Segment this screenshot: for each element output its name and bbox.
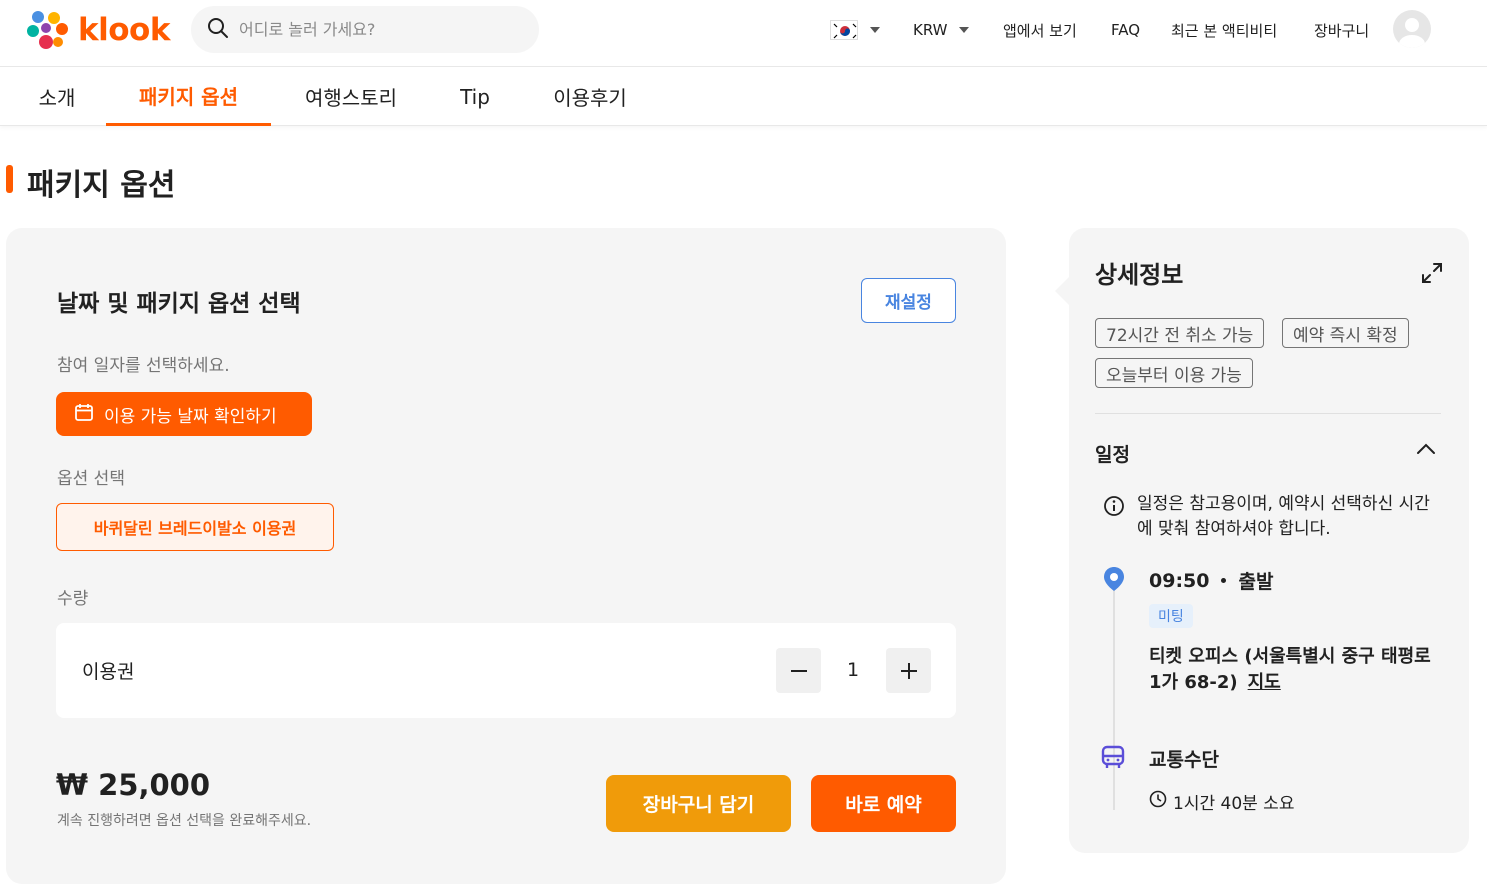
bus-icon: [1100, 744, 1126, 770]
total-price: ₩ 25,000: [56, 768, 210, 802]
section-tabs: 소개 패키지 옵션 여행스토리 Tip 이용후기: [0, 67, 1487, 126]
avatar[interactable]: [1393, 10, 1431, 48]
details-panel: 상세정보 72시간 전 취소 가능 예약 즉시 확정 오늘부터 이용 가능 일정…: [1069, 228, 1469, 853]
option-label: 옵션 선택: [57, 469, 125, 489]
booking-title: 날짜 및 패키지 옵션 선택: [57, 291, 301, 317]
schedule-note-row: 일정은 참고용이며, 예약시 선택하신 시간에 맞춰 참여하셔야 합니다.: [1103, 492, 1443, 542]
departure-row: 09:50 출발: [1149, 567, 1273, 594]
increment-button[interactable]: [886, 648, 931, 693]
klook-logo[interactable]: klook: [24, 9, 170, 51]
search-bar[interactable]: [191, 6, 539, 53]
location-pin-icon: [1102, 566, 1126, 592]
brand-name: klook: [78, 12, 170, 48]
timeline-line: [1113, 590, 1115, 810]
search-input[interactable]: [239, 20, 519, 39]
quantity-stepper: 이용권 1: [56, 623, 956, 718]
details-title: 상세정보: [1095, 261, 1184, 289]
schedule-note: 일정은 참고용이며, 예약시 선택하신 시간에 맞춰 참여하셔야 합니다.: [1137, 494, 1430, 539]
chevron-down-icon: [959, 27, 970, 33]
map-link[interactable]: 지도: [1248, 672, 1281, 693]
search-icon: [207, 17, 229, 43]
transport-label: 교통수단: [1149, 749, 1219, 771]
nav-app[interactable]: 앱에서 보기: [1003, 0, 1077, 60]
page-title: 패키지 옵션: [27, 168, 176, 203]
check-dates-label: 이용 가능 날짜 확인하기: [104, 406, 277, 427]
booking-panel: 날짜 및 패키지 옵션 선택 재설정 참여 일자를 선택하세요. 이용 가능 날…: [6, 228, 1006, 884]
tab-reviews[interactable]: 이용후기: [540, 67, 640, 126]
check-dates-button[interactable]: 이용 가능 날짜 확인하기: [56, 392, 312, 436]
expand-icon[interactable]: [1421, 262, 1443, 284]
divider: [1095, 413, 1441, 414]
separator-dot: [1221, 578, 1227, 583]
chevron-down-icon: [870, 27, 880, 33]
book-now-button[interactable]: 바로 예약: [811, 775, 956, 832]
minus-icon: [790, 669, 807, 672]
chevron-up-icon[interactable]: [1415, 438, 1437, 460]
tab-travel-story[interactable]: 여행스토리: [292, 67, 410, 126]
departure-label: 출발: [1238, 571, 1274, 593]
currency-selector[interactable]: KRW: [913, 0, 970, 60]
tab-package-options[interactable]: 패키지 옵션: [106, 67, 271, 126]
panel-pointer: [1055, 277, 1069, 305]
plus-icon: [900, 662, 917, 679]
tag-instant-confirm: 예약 즉시 확정: [1282, 318, 1409, 348]
date-prompt: 참여 일자를 선택하세요.: [57, 356, 230, 376]
meeting-badge: 미팅: [1149, 604, 1193, 628]
nav-cart[interactable]: 장바구니: [1314, 0, 1369, 60]
nav-recent[interactable]: 최근 본 액티비티: [1171, 0, 1277, 60]
user-icon: [1399, 18, 1425, 48]
decrement-button[interactable]: [776, 648, 821, 693]
meeting-address: 티켓 오피스 (서울특별시 중구 태평로1가 68-2) 지도: [1149, 644, 1439, 696]
calendar-icon: [74, 402, 94, 427]
section-accent-bar: [6, 165, 13, 193]
reset-button[interactable]: 재설정: [861, 278, 956, 323]
departure-time: 09:50: [1149, 569, 1210, 592]
nav-faq[interactable]: FAQ: [1111, 0, 1140, 60]
quantity-item-label: 이용권: [82, 661, 135, 683]
clock-icon: [1149, 790, 1167, 813]
top-header: klook KRW 앱에서 보기 FAQ 최근 본 액티비티 장바구니: [0, 0, 1487, 67]
currency-label: KRW: [913, 21, 948, 39]
tag-available-today: 오늘부터 이용 가능: [1095, 358, 1253, 388]
quantity-label: 수량: [57, 589, 89, 609]
klook-logo-icon: [24, 9, 70, 51]
quantity-value: 1: [846, 659, 860, 681]
language-selector[interactable]: [830, 0, 880, 60]
price-note: 계속 진행하려면 옵션 선택을 완료해주세요.: [57, 813, 312, 829]
duration-text: 1시간 40분 소요: [1173, 794, 1295, 814]
add-to-cart-button[interactable]: 장바구니 담기: [606, 775, 791, 832]
korea-flag-icon: [830, 20, 858, 40]
tab-intro[interactable]: 소개: [22, 67, 92, 126]
address-text: 티켓 오피스 (서울특별시 중구 태평로1가 68-2): [1149, 646, 1431, 693]
schedule-title: 일정: [1095, 444, 1130, 466]
info-icon: [1103, 492, 1125, 542]
tab-tip[interactable]: Tip: [445, 67, 505, 126]
package-option-chip[interactable]: 바퀴달린 브레드이발소 이용권: [56, 503, 334, 551]
duration-row: 1시간 40분 소요: [1149, 789, 1294, 814]
tag-cancellation: 72시간 전 취소 가능: [1095, 318, 1265, 348]
